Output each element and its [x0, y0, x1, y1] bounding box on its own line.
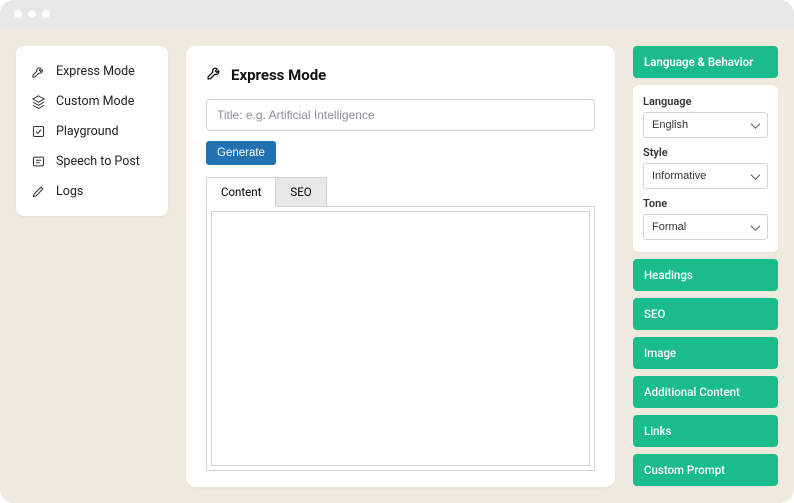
- accordion-links[interactable]: Links: [633, 415, 778, 447]
- sidebar: Express Mode Custom Mode Playground Spee…: [16, 46, 168, 216]
- browser-titlebar: [0, 0, 794, 28]
- generate-button[interactable]: Generate: [206, 141, 276, 165]
- language-label: Language: [643, 95, 768, 108]
- check-square-icon: [30, 123, 46, 139]
- sidebar-item-logs[interactable]: Logs: [26, 176, 158, 206]
- panel-language-behavior-header[interactable]: Language & Behavior: [633, 46, 778, 78]
- sidebar-item-label: Logs: [56, 184, 83, 199]
- tabs: Content SEO: [206, 177, 595, 207]
- language-select-wrap: English: [643, 112, 768, 138]
- tab-seo[interactable]: SEO: [276, 177, 326, 207]
- accordion-image[interactable]: Image: [633, 337, 778, 369]
- app-shell: Express Mode Custom Mode Playground Spee…: [0, 28, 794, 503]
- right-panel: Language & Behavior Language English Sty…: [633, 46, 778, 487]
- tone-select-wrap: Formal: [643, 214, 768, 240]
- browser-frame: Express Mode Custom Mode Playground Spee…: [0, 0, 794, 503]
- wrench-icon: [206, 64, 223, 85]
- accordion-headings[interactable]: Headings: [633, 259, 778, 291]
- accordion-seo[interactable]: SEO: [633, 298, 778, 330]
- main-header: Express Mode: [206, 64, 595, 85]
- sidebar-item-speech-to-post[interactable]: Speech to Post: [26, 146, 158, 176]
- pen-icon: [30, 183, 46, 199]
- wrench-icon: [30, 63, 46, 79]
- sidebar-item-label: Speech to Post: [56, 154, 140, 169]
- sidebar-item-playground[interactable]: Playground: [26, 116, 158, 146]
- accordion-custom-prompt[interactable]: Custom Prompt: [633, 454, 778, 486]
- panel-language-behavior-body: Language English Style Informative Tone …: [633, 85, 778, 252]
- layers-icon: [30, 93, 46, 109]
- accordion-additional-content[interactable]: Additional Content: [633, 376, 778, 408]
- title-input[interactable]: [206, 99, 595, 131]
- page-title: Express Mode: [231, 66, 326, 84]
- language-select[interactable]: English: [643, 112, 768, 138]
- style-select[interactable]: Informative: [643, 163, 768, 189]
- style-label: Style: [643, 146, 768, 159]
- sidebar-item-label: Express Mode: [56, 64, 135, 79]
- window-dot: [28, 10, 36, 18]
- post-icon: [30, 153, 46, 169]
- window-dot: [14, 10, 22, 18]
- sidebar-item-express-mode[interactable]: Express Mode: [26, 56, 158, 86]
- window-dot: [42, 10, 50, 18]
- main-panel: Express Mode Generate Content SEO: [186, 46, 615, 487]
- tab-content[interactable]: Content: [206, 177, 276, 207]
- tone-select[interactable]: Formal: [643, 214, 768, 240]
- content-area: [206, 206, 595, 471]
- sidebar-item-custom-mode[interactable]: Custom Mode: [26, 86, 158, 116]
- sidebar-item-label: Playground: [56, 124, 119, 139]
- tone-label: Tone: [643, 197, 768, 210]
- style-select-wrap: Informative: [643, 163, 768, 189]
- sidebar-item-label: Custom Mode: [56, 94, 134, 109]
- content-textarea[interactable]: [211, 211, 590, 466]
